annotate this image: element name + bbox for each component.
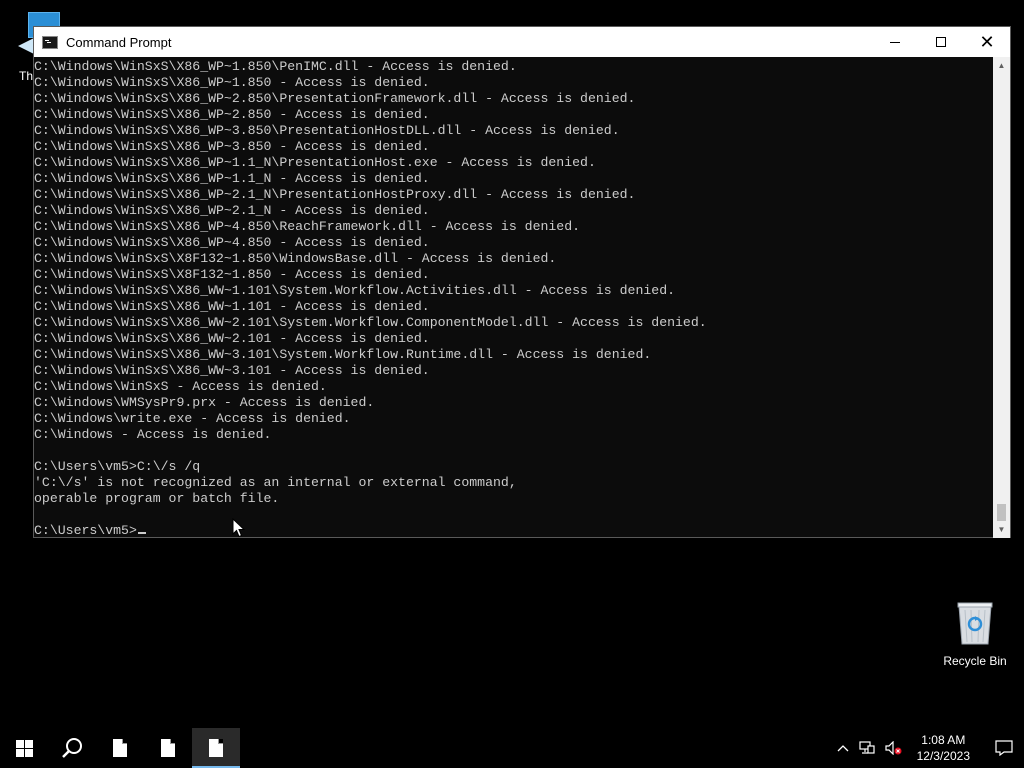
volume-muted-icon [885, 741, 902, 755]
clock-time: 1:08 AM [921, 733, 966, 747]
scrollbar-thumb[interactable] [997, 504, 1006, 521]
console-line: C:\Windows\WinSxS\X86_WP~4.850\ReachFram… [34, 219, 581, 234]
console-line: C:\Windows - Access is denied. [34, 427, 272, 442]
network-icon [859, 741, 875, 754]
console-app-icon [42, 35, 58, 49]
minimize-icon [890, 41, 900, 43]
console-line: C:\Windows\WinSxS\X86_WW~1.101\System.Wo… [34, 283, 676, 298]
scrollbar-track[interactable] [993, 74, 1010, 521]
console-line: C:\Windows\WinSxS\X86_WW~3.101 - Access … [34, 363, 430, 378]
console-line: 'C:\/s' is not recognized as an internal… [34, 475, 517, 490]
console-prompt: C:\Users\vm5> [34, 523, 137, 538]
window-title: Command Prompt [66, 34, 172, 50]
console-line: C:\Windows\WinSxS\X86_WW~2.101 - Access … [34, 331, 430, 346]
taskbar-app-command-prompt[interactable] [192, 728, 240, 768]
taskbar-app-1[interactable] [96, 728, 144, 768]
console-line: operable program or batch file. [34, 491, 280, 506]
scroll-up-arrow-icon[interactable]: ▲ [993, 57, 1010, 74]
taskbar: 1:08 AM 12/3/2023 [0, 728, 1024, 768]
console-line: C:\Windows\WinSxS\X86_WP~4.850 - Access … [34, 235, 430, 250]
minimize-button[interactable] [872, 27, 918, 57]
close-icon: ✕ [979, 32, 995, 52]
console-line: C:\Windows\WinSxS\X86_WP~1.850\PenIMC.dl… [34, 59, 517, 74]
console-line: C:\Windows\WMSysPr9.prx - Access is deni… [34, 395, 375, 410]
document-icon [113, 739, 127, 757]
document-icon [161, 739, 175, 757]
recycle-bin[interactable]: Recycle Bin [940, 600, 1010, 668]
console-line: C:\Windows\write.exe - Access is denied. [34, 411, 351, 426]
console-line: C:\Windows\WinSxS\X86_WW~1.101 - Access … [34, 299, 430, 314]
system-tray: 1:08 AM 12/3/2023 [837, 728, 1024, 768]
vertical-scrollbar[interactable]: ▲ ▼ [993, 57, 1010, 538]
console-line: C:\Windows\WinSxS\X86_WP~1.1_N\Presentat… [34, 155, 596, 170]
text-cursor [137, 532, 146, 534]
maximize-icon [936, 37, 946, 47]
action-center-button[interactable] [984, 728, 1024, 768]
chevron-up-icon [837, 745, 849, 752]
title-bar[interactable]: Command Prompt ✕ [34, 27, 1010, 57]
clock[interactable]: 1:08 AM 12/3/2023 [917, 732, 970, 764]
clock-date: 12/3/2023 [916, 749, 970, 763]
console-line: C:\Windows\WinSxS\X86_WP~1.850 - Access … [34, 75, 430, 90]
volume-button[interactable] [885, 741, 903, 755]
document-icon [209, 739, 223, 757]
console-line: C:\Windows\WinSxS\X86_WP~3.850 - Access … [34, 139, 430, 154]
command-prompt-window[interactable]: Command Prompt ✕ C:\Windows\WinSxS\X86_W… [33, 26, 1011, 538]
search-icon [62, 738, 82, 758]
maximize-button[interactable] [918, 27, 964, 57]
console-line: C:\Windows\WinSxS\X86_WP~2.850\Presentat… [34, 91, 636, 106]
console-line: C:\Windows\WinSxS\X86_WW~3.101\System.Wo… [34, 347, 652, 362]
console-line: C:\Windows\WinSxS\X86_WP~2.850 - Access … [34, 107, 430, 122]
recycle-bin-label: Recycle Bin [943, 654, 1007, 668]
console-line: C:\Users\vm5>C:\/s /q [34, 459, 201, 474]
taskbar-app-2[interactable] [144, 728, 192, 768]
mouse-pointer-icon [232, 517, 246, 543]
console-line: C:\Windows\WinSxS\X86_WP~2.1_N - Access … [34, 203, 430, 218]
console-line: C:\Windows\WinSxS\X8F132~1.850\WindowsBa… [34, 251, 557, 266]
network-button[interactable] [859, 741, 875, 755]
console-line: C:\Windows\WinSxS\X8F132~1.850 - Access … [34, 267, 430, 282]
start-button[interactable] [0, 728, 48, 768]
console-line: C:\Windows\WinSxS - Access is denied. [34, 379, 327, 394]
close-button[interactable]: ✕ [964, 27, 1010, 57]
windows-logo-icon [15, 739, 33, 757]
notification-icon [995, 740, 1013, 756]
show-hidden-icons-button[interactable] [837, 744, 849, 752]
desktop-shortcut-label: Th [19, 69, 34, 83]
console-prompt-line[interactable]: C:\Users\vm5> [34, 523, 994, 538]
recycle-bin-icon [955, 600, 995, 646]
console-line: C:\Windows\WinSxS\X86_WW~2.101\System.Wo… [34, 315, 707, 330]
scroll-down-arrow-icon[interactable]: ▼ [993, 521, 1010, 538]
console-output[interactable]: C:\Windows\WinSxS\X86_WP~1.850\PenIMC.dl… [34, 57, 994, 538]
console-line: C:\Windows\WinSxS\X86_WP~2.1_N\Presentat… [34, 187, 636, 202]
console-line: C:\Windows\WinSxS\X86_WP~1.1_N - Access … [34, 171, 430, 186]
console-line: C:\Windows\WinSxS\X86_WP~3.850\Presentat… [34, 123, 620, 138]
search-button[interactable] [48, 728, 96, 768]
desktop: Th Command Prompt ✕ C:\Windows\WinSxS\X8… [0, 0, 1024, 720]
